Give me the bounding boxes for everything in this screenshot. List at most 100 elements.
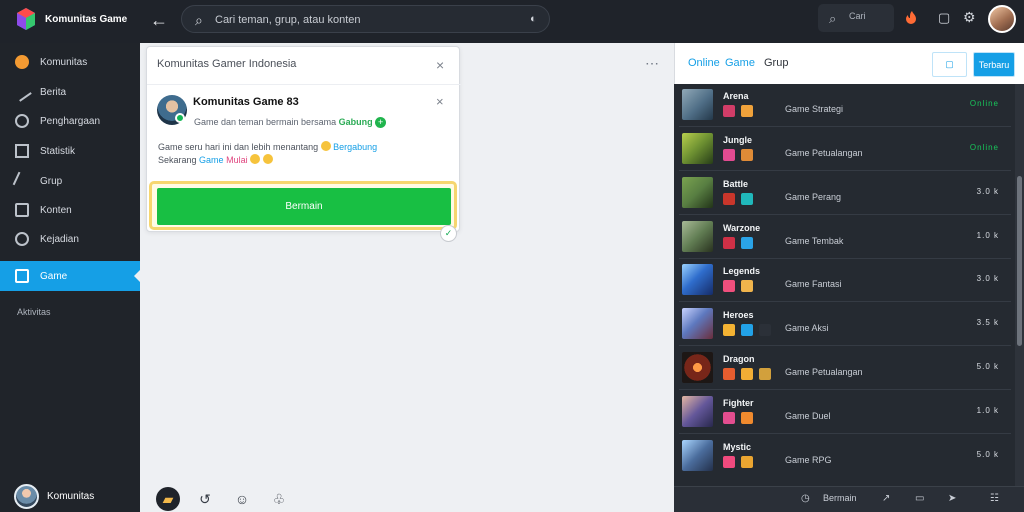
game-thumbnail (682, 177, 713, 208)
game-panel-footer: ◷ Bermain ↗ ▭ ➤ ☷ (674, 486, 1024, 512)
game-list-scrollbar[interactable] (1015, 84, 1024, 486)
close-icon[interactable]: × (436, 95, 444, 109)
emoji-icon[interactable]: ☺ (230, 487, 254, 511)
game-name: Arena (723, 91, 749, 101)
game-status: 3.0 k (976, 274, 999, 283)
emoji-icon (250, 154, 261, 164)
more-options-icon[interactable]: ⋯ (645, 55, 659, 72)
latest-button[interactable]: Terbaru (973, 52, 1015, 77)
sidebar-item-berita[interactable]: Berita (0, 77, 140, 107)
scrollbar-thumb[interactable] (1017, 176, 1022, 346)
game-row[interactable]: Dragon Game Petualangan 5.0 k (679, 347, 1011, 390)
app-logo[interactable]: Komunitas Game (14, 7, 127, 31)
game-status: 3.5 k (976, 318, 999, 327)
search-box[interactable]: ⌕ ◐ (181, 5, 550, 33)
game-badge-icon (759, 368, 771, 380)
join-link[interactable]: Gabung (339, 117, 373, 127)
clock-icon (15, 232, 29, 246)
game-category: Game Fantasi (785, 279, 842, 289)
user-profile[interactable]: Komunitas (14, 484, 94, 509)
top-bar: Komunitas Game ← ⌕ ◐ ⌕ Cari ▢ ⚙ (0, 0, 1024, 43)
game-badge-icon (723, 193, 735, 205)
search-input[interactable] (215, 11, 515, 29)
game-status: 5.0 k (976, 450, 999, 459)
game-badge-icon (723, 105, 735, 117)
post-subtitle: Game dan teman bermain bersama Gabung + (194, 117, 387, 128)
sidebar-item-label: Konten (40, 204, 72, 216)
game-row[interactable]: Heroes Game Aksi 3.5 k (679, 303, 1011, 346)
game-row[interactable]: Legends Game Fantasi 3.0 k (679, 259, 1011, 302)
game-status: 5.0 k (976, 362, 999, 371)
gear-icon[interactable]: ⚙ (963, 9, 976, 26)
sidebar-item-grup[interactable]: Grup (0, 166, 140, 196)
post-actions: ▰ ↺ ☺ ♧ (156, 487, 291, 511)
monitor-icon[interactable]: ▭ (915, 493, 924, 504)
tab-online[interactable]: Online (688, 57, 720, 69)
game-row[interactable]: Fighter Game Duel 1.0 k (679, 391, 1011, 434)
bookmark-icon[interactable]: ▰ (156, 487, 180, 511)
game-badge-icon (741, 193, 753, 205)
game-row[interactable]: Arena Game Strategi Online (679, 84, 1011, 127)
send-icon[interactable]: ➤ (948, 493, 956, 504)
share-icon[interactable]: ↗ (882, 493, 890, 504)
game-row[interactable]: Battle Game Perang 3.0 k (679, 172, 1011, 215)
game-row[interactable]: Jungle Game Petualangan Online (679, 128, 1011, 171)
chat-icon (15, 203, 29, 217)
game-thumbnail (682, 133, 713, 164)
copy-icon[interactable]: ▢ (938, 10, 950, 26)
add-icon[interactable]: + (375, 117, 387, 128)
join-link[interactable]: Bergabung (333, 142, 377, 152)
game-row[interactable]: Mystic Game RPG 5.0 k (679, 435, 1011, 478)
close-icon[interactable]: × (436, 58, 444, 72)
game-badge-icon (723, 149, 735, 161)
clock-icon[interactable]: ◷ (801, 493, 810, 504)
sidebar-item-kejadian[interactable]: Kejadian (0, 224, 140, 254)
game-badge-icon (759, 324, 771, 336)
sidebar-item-label: Grup (40, 175, 63, 187)
sidebar-item-label: Kejadian (40, 233, 79, 245)
sidebar-item-penghargaan[interactable]: Penghargaan (0, 106, 140, 136)
sidebar-item-game[interactable]: Game (0, 261, 140, 291)
sidebar-item-label: Komunitas (40, 56, 88, 68)
globe-icon (15, 114, 29, 128)
search-icon: ⌕ (195, 12, 203, 28)
play-label[interactable]: Bermain (823, 493, 857, 503)
list-icon[interactable]: ☷ (990, 493, 999, 504)
emoji-icon (262, 154, 273, 164)
game-name: Fighter (723, 398, 754, 408)
avatar[interactable] (988, 5, 1016, 33)
game-badge-icon (741, 280, 753, 292)
sidebar-item-konten[interactable]: Konten (0, 195, 140, 225)
game-badge-icon (741, 149, 753, 161)
refresh-button[interactable]: ▢ (932, 52, 967, 77)
coin-icon (15, 55, 29, 69)
game-name: Heroes (723, 310, 754, 320)
tab-game[interactable]: Game (725, 57, 755, 69)
profile-name: Komunitas (47, 491, 95, 502)
reply-icon[interactable]: ↺ (193, 487, 217, 511)
game-thumbnail (682, 264, 713, 295)
tab-grup[interactable]: Grup (764, 57, 788, 69)
post-body: Game seru hari ini dan lebih menantang B… (158, 141, 378, 165)
game-thumbnail (682, 396, 713, 427)
game-thumbnail (682, 308, 713, 339)
fire-icon[interactable] (904, 10, 918, 24)
game-category: Game Duel (785, 411, 831, 421)
sidebar-item-komunitas[interactable]: Komunitas (0, 47, 140, 77)
pen-icon (12, 82, 32, 102)
game-badge-icon (723, 324, 735, 336)
play-button[interactable]: Bermain (157, 188, 451, 225)
notifications-search[interactable]: ⌕ Cari (818, 4, 894, 32)
sidebar-item-statistik[interactable]: Statistik (0, 136, 140, 166)
people-icon[interactable]: ♧ (267, 487, 291, 511)
voice-icon[interactable]: ◐ (530, 13, 537, 25)
game-badge-icon (741, 237, 753, 249)
game-name: Battle (723, 179, 749, 189)
sidebar-item-label: Penghargaan (40, 115, 101, 127)
game-row[interactable]: Warzone Game Tembak 1.0 k (679, 216, 1011, 259)
activity-section-label: Aktivitas (17, 307, 51, 317)
game-badge-icon (723, 237, 735, 249)
back-button[interactable]: ← (150, 10, 168, 31)
arrow-left-icon: ← (150, 10, 168, 30)
check-icon[interactable]: ✓ (440, 225, 457, 242)
